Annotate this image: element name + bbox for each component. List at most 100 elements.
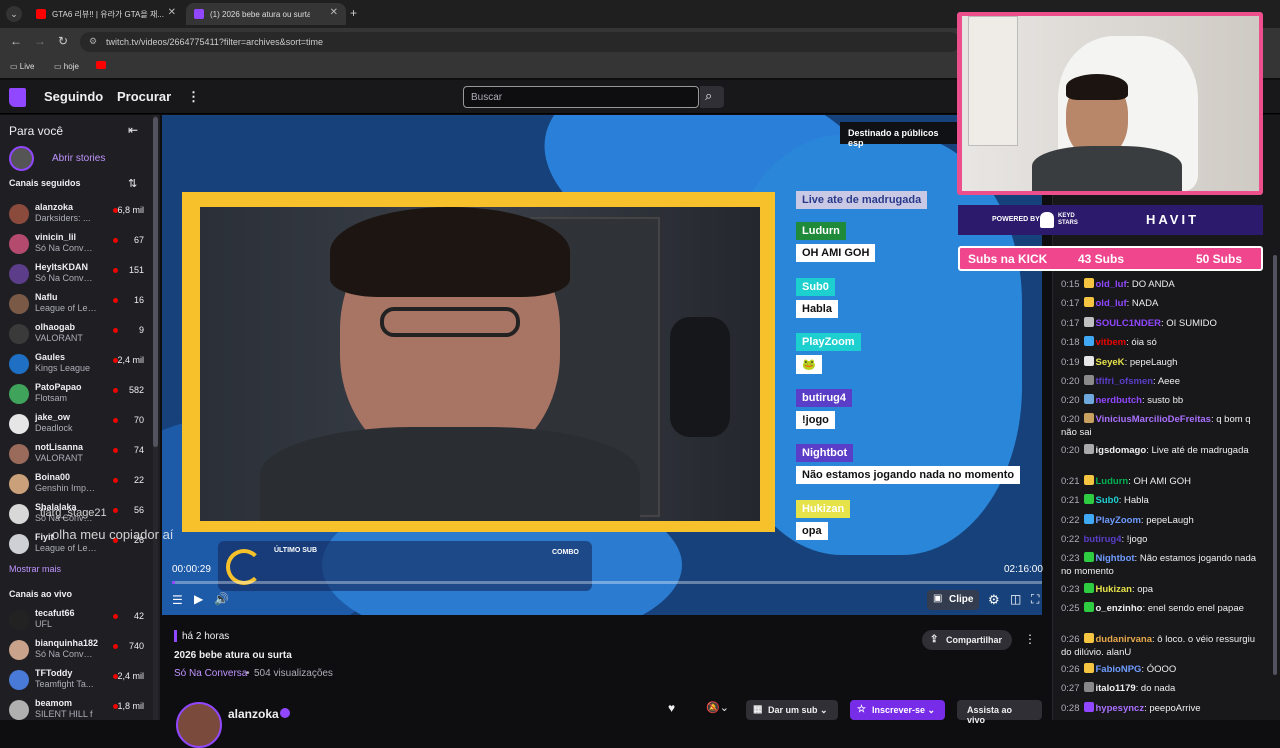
overlay-chat-message: Não estamos jogando nada no momento bbox=[796, 466, 1021, 484]
channel-item[interactable]: NafluLeague of Lege... 16 bbox=[0, 290, 152, 320]
chat-username[interactable]: Nightbot bbox=[1096, 553, 1135, 564]
fullscreen-icon[interactable]: ⛶ bbox=[1031, 592, 1039, 607]
chat-username[interactable]: nerdbutch bbox=[1096, 395, 1142, 406]
notifications-off-icon[interactable]: 🔕⌄ bbox=[706, 701, 729, 714]
clip-icon: ▣ bbox=[933, 593, 943, 604]
url-field[interactable]: ⚙ twitch.tv/videos/2664775411?filter=arc… bbox=[80, 32, 960, 52]
show-more-link[interactable]: Mostrar mais bbox=[9, 564, 61, 574]
chat-username[interactable]: Hukizan bbox=[1096, 584, 1132, 595]
chat-username[interactable]: dudanirvana bbox=[1096, 634, 1153, 645]
channel-item[interactable]: jake_ow Deadlock 70 bbox=[0, 410, 152, 440]
chapters-icon[interactable]: ☰ bbox=[172, 593, 183, 607]
channel-item[interactable]: bianquinha182 Só Na Conversa 740 bbox=[0, 636, 152, 666]
gift-sub-button[interactable]: ▦ Dar um sub ⌄ bbox=[746, 700, 838, 720]
settings-icon[interactable]: ⚙ bbox=[988, 592, 1000, 608]
chat-message: 0:20 igsdomago: Live até de madrugada bbox=[1061, 444, 1266, 457]
bookmark-youtube[interactable] bbox=[96, 61, 106, 69]
channel-item[interactable]: PatoPapao Flotsam 582 bbox=[0, 380, 152, 410]
overlay-chat-user: Live ate de madrugada bbox=[796, 191, 928, 209]
open-stories-link[interactable]: Abrir stories bbox=[52, 153, 105, 164]
chat-username[interactable]: italo1179 bbox=[1096, 683, 1136, 694]
follow-heart-icon[interactable]: ♥ bbox=[668, 701, 675, 715]
chat-timestamp: 0:26 bbox=[1061, 634, 1080, 645]
channel-item[interactable]: TFToddy Teamfight Ta... 2,4 mil bbox=[0, 666, 152, 696]
channel-item[interactable]: HeyItsKDAN Só Na Conversa 151 bbox=[0, 260, 152, 290]
chat-username[interactable]: Ludurn bbox=[1096, 476, 1129, 487]
browser-tab-youtube[interactable]: GTA6 리뷰!! | 유라가 GTA을 재... ✕ bbox=[28, 3, 184, 25]
streamer-hair bbox=[1066, 74, 1128, 100]
facecam-feed bbox=[962, 16, 1259, 191]
channel-item[interactable]: vinicin_lil Só Na Conversa 67 bbox=[0, 230, 152, 260]
channel-category: VALORANT bbox=[35, 453, 83, 463]
site-info-icon[interactable]: ⚙ bbox=[89, 36, 97, 47]
chat-message: 0:27 italo1179: do nada bbox=[1061, 682, 1266, 695]
close-tab-icon[interactable]: ✕ bbox=[168, 7, 176, 18]
channel-item[interactable]: Gaules Kings League 2,4 mil bbox=[0, 350, 152, 380]
stories-avatar[interactable] bbox=[9, 146, 34, 171]
play-icon[interactable]: ▶ bbox=[194, 592, 203, 606]
followed-channels-header: Canais seguidos bbox=[9, 178, 81, 188]
channel-avatar[interactable] bbox=[176, 702, 222, 748]
reload-icon[interactable]: ↻ bbox=[58, 34, 68, 48]
live-indicator-icon bbox=[113, 268, 118, 273]
chat-text: OI SUMIDO bbox=[1166, 318, 1217, 329]
more-options-icon[interactable]: ⋮ bbox=[1024, 632, 1036, 646]
channel-category: Só Na Conversa bbox=[35, 243, 97, 253]
search-button[interactable]: ⌕ bbox=[700, 86, 724, 108]
channel-item[interactable]: olhaogab VALORANT 9 bbox=[0, 320, 152, 350]
channel-item[interactable]: notLisanna VALORANT 74 bbox=[0, 440, 152, 470]
watch-live-button[interactable]: Assista ao vivo bbox=[957, 700, 1042, 725]
viewer-count: 6,8 mil bbox=[117, 205, 144, 215]
bookmark-hoje[interactable]: ▭ hoje bbox=[54, 62, 79, 71]
channel-item[interactable]: beamom SILENT HILL f 1,8 mil bbox=[0, 696, 152, 726]
chat-username[interactable]: SeyeK bbox=[1096, 357, 1125, 368]
volume-icon[interactable]: 🔊 bbox=[214, 592, 229, 606]
chat-username[interactable]: igsdomago bbox=[1096, 445, 1147, 456]
theatre-mode-icon[interactable]: ◫ bbox=[1010, 592, 1021, 606]
tab-list-button[interactable]: ⌄ bbox=[6, 6, 22, 22]
live-indicator-icon bbox=[113, 644, 118, 649]
category-link[interactable]: Só Na Conversa bbox=[174, 668, 247, 679]
chat-username[interactable]: Sub0 bbox=[1096, 495, 1119, 506]
chat-scrollbar[interactable] bbox=[1273, 255, 1277, 675]
chat-username[interactable]: vitbem bbox=[1096, 337, 1127, 348]
new-tab-button[interactable]: + bbox=[350, 6, 357, 20]
back-icon[interactable]: ← bbox=[10, 34, 22, 48]
chat-username[interactable]: old_luf bbox=[1096, 298, 1127, 309]
clip-label: Clipe bbox=[949, 594, 974, 605]
sort-icon[interactable]: ⇅ bbox=[128, 177, 137, 190]
channel-item[interactable]: tecafut66 UFL 42 bbox=[0, 606, 152, 636]
forward-icon[interactable]: → bbox=[34, 34, 46, 48]
share-label: Compartilhar bbox=[946, 635, 1003, 645]
channel-name[interactable]: alanzoka bbox=[228, 707, 279, 721]
search-input[interactable]: Buscar bbox=[463, 86, 699, 108]
chat-timestamp: 0:23 bbox=[1061, 584, 1080, 595]
more-options-icon[interactable]: ⋮ bbox=[187, 89, 200, 105]
bookmark-live[interactable]: ▭ Live bbox=[10, 62, 34, 71]
sidebar-scrollbar[interactable] bbox=[153, 117, 158, 447]
chat-username[interactable]: PlayZoom bbox=[1096, 515, 1141, 526]
chat-username[interactable]: hypesyncz bbox=[1096, 703, 1145, 714]
clip-button[interactable]: ▣ Clipe bbox=[927, 590, 979, 610]
nav-following[interactable]: Seguindo bbox=[44, 89, 103, 104]
collapse-sidebar-icon[interactable]: ⇤ bbox=[128, 123, 138, 137]
share-button[interactable]: ⇪ Compartilhar bbox=[922, 630, 1013, 650]
seek-bar[interactable] bbox=[172, 581, 1042, 584]
browser-tab-twitch[interactable]: (1) 2026 bebe atura ou surta ✕ bbox=[186, 3, 346, 25]
chat-username[interactable]: butirug4 bbox=[1084, 534, 1122, 545]
chat-message: 0:17 old_luf: NADA bbox=[1061, 297, 1266, 310]
subscribe-button[interactable]: ☆ Inscrever-se ⌄ bbox=[850, 700, 946, 720]
chat-username[interactable]: SOULC1NDER bbox=[1096, 318, 1161, 329]
nav-browse[interactable]: Procurar bbox=[117, 89, 171, 104]
chat-username[interactable]: old_luf bbox=[1096, 279, 1127, 290]
channel-category: Deadlock bbox=[35, 423, 73, 433]
twitch-logo-icon[interactable] bbox=[9, 88, 26, 107]
chat-username[interactable]: ViniciusMarcilioDeFreitas bbox=[1096, 414, 1211, 425]
chat-username[interactable]: tfifri_ofsmen bbox=[1096, 376, 1154, 387]
channel-item[interactable]: alanzoka Darksiders: ... 6,8 mil bbox=[0, 200, 152, 230]
channel-item[interactable]: Boina00 Genshin Impact 22 bbox=[0, 470, 152, 500]
chat-username[interactable]: o_enzinho bbox=[1096, 603, 1143, 614]
chat-username[interactable]: FabioNPG bbox=[1096, 664, 1142, 675]
close-tab-icon[interactable]: ✕ bbox=[330, 7, 338, 18]
gift-icon: ▦ bbox=[753, 704, 763, 715]
